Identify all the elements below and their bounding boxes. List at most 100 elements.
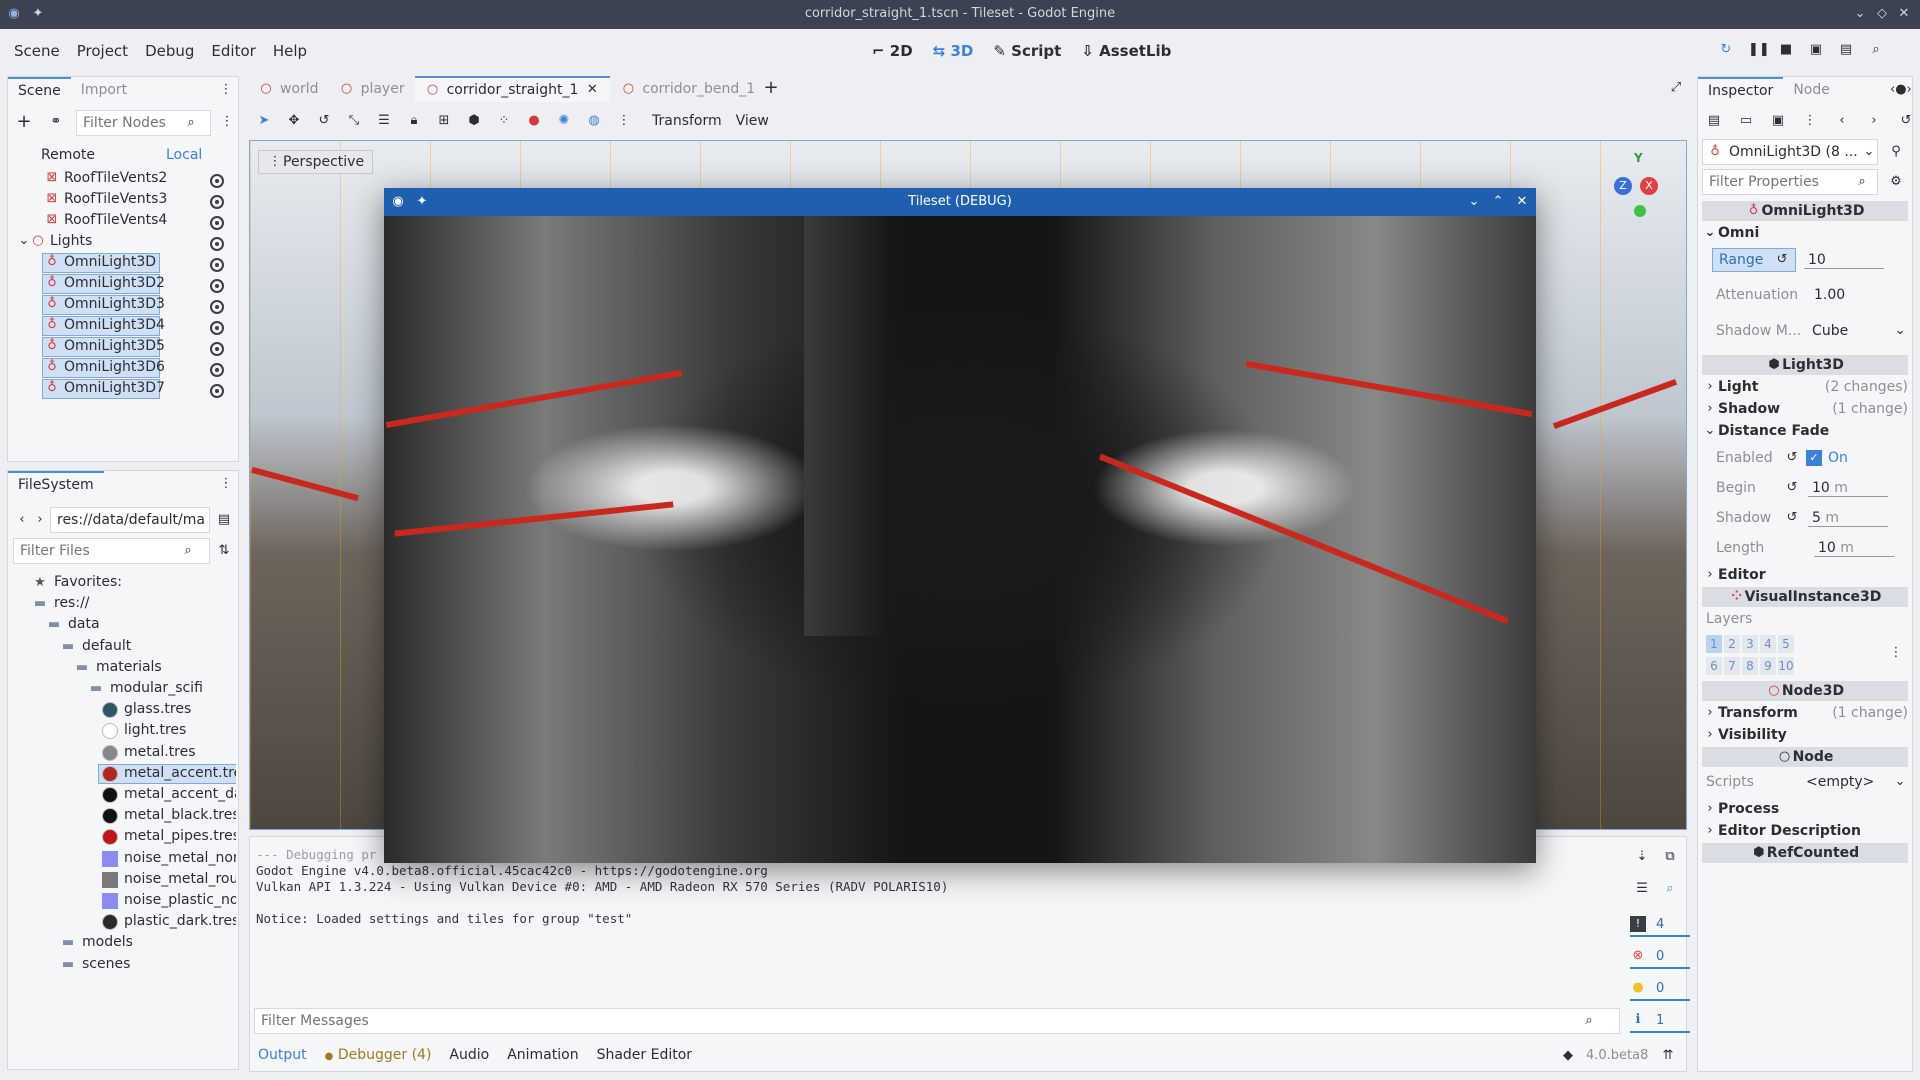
move-tool-icon[interactable]: ✥ <box>286 113 302 129</box>
tab-import[interactable]: Import <box>71 78 137 102</box>
layer-cell[interactable]: 3 <box>1742 635 1758 653</box>
section-refcounted[interactable]: ⬢ RefCounted <box>1702 843 1908 863</box>
revert-icon[interactable]: ↺ <box>1784 510 1800 526</box>
add-scene-tab-icon[interactable]: + <box>763 79 779 97</box>
select-tool-icon[interactable]: ➤ <box>256 113 272 129</box>
dock-arrows-icon[interactable]: ‹●› <box>1890 82 1912 98</box>
section-node3d[interactable]: ○ Node3D <box>1702 681 1908 701</box>
visibility-eye-icon[interactable] <box>210 342 224 356</box>
tab-node[interactable]: Node <box>1783 78 1840 102</box>
scene-tree-item[interactable]: ♁ OmniLight3D7 <box>8 378 236 404</box>
visibility-eye-icon[interactable] <box>210 300 224 314</box>
search-output-icon[interactable]: ⌕ <box>1662 881 1678 897</box>
view-gizmo[interactable]: Y Z X <box>1610 151 1670 221</box>
range-value[interactable]: 10 <box>1804 252 1884 269</box>
visibility-eye-icon[interactable] <box>210 258 224 272</box>
add-node-icon[interactable]: + <box>16 113 32 131</box>
menu-scene[interactable]: Scene <box>14 42 60 60</box>
maximize-icon[interactable]: ◇ <box>1874 6 1890 22</box>
reload-icon[interactable]: ↻ <box>1718 42 1734 58</box>
tab-shader-editor[interactable]: Shader Editor <box>597 1047 692 1063</box>
warning-filter-button[interactable]: ⊗ 0 <box>1630 945 1690 969</box>
message-filter[interactable]: ⌕ <box>254 1008 1620 1034</box>
view-menu[interactable]: View <box>736 113 769 129</box>
layer-cell[interactable]: 7 <box>1724 657 1740 675</box>
lock-icon[interactable]: 🔒︎ <box>406 113 422 129</box>
prop-attenuation[interactable]: Attenuation 1.00 <box>1702 281 1908 309</box>
play-scene-icon[interactable]: ▣ <box>1808 42 1824 58</box>
group-shadow[interactable]: › Shadow (1 change) <box>1702 399 1908 419</box>
shadow-fade-value[interactable]: 5 <box>1812 510 1821 526</box>
visibility-eye-icon[interactable] <box>210 384 224 398</box>
more-icon[interactable]: ⋮ <box>616 113 632 129</box>
gizmo-z[interactable]: Z <box>1614 177 1632 195</box>
layer-cell[interactable]: 8 <box>1742 657 1758 675</box>
revert-icon[interactable]: ↺ <box>1774 252 1790 268</box>
revert-icon[interactable]: ↺ <box>1784 450 1800 466</box>
prop-shadow-mode[interactable]: Shadow M... Cube ⌄ <box>1702 317 1908 345</box>
expand-panel-icon[interactable]: ⇈ <box>1660 1048 1676 1064</box>
dock-menu-icon[interactable]: ⋮ <box>218 476 234 492</box>
visibility-eye-icon[interactable] <box>210 279 224 293</box>
perspective-menu[interactable]: ⋮ Perspective <box>258 150 374 174</box>
stop-icon[interactable]: ■ <box>1778 42 1794 58</box>
visibility-eye-icon[interactable] <box>210 363 224 377</box>
section-visualinstance3d[interactable]: ⁘ VisualInstance3D <box>1702 587 1908 607</box>
prop-begin[interactable]: Begin ↺ 10 m <box>1702 475 1908 501</box>
layer-cell[interactable]: 9 <box>1760 657 1776 675</box>
visibility-eye-icon[interactable] <box>210 216 224 230</box>
visibility-eye-icon[interactable] <box>210 195 224 209</box>
distraction-free-icon[interactable]: ⤢ <box>1668 80 1684 96</box>
visibility-eye-icon[interactable] <box>210 321 224 335</box>
tab-filesystem[interactable]: FileSystem <box>8 471 104 497</box>
copy-output-icon[interactable]: ⧉ <box>1662 849 1678 865</box>
visibility-eye-icon[interactable] <box>210 174 224 188</box>
prop-length[interactable]: Length 10 m <box>1702 535 1908 561</box>
scripts-value[interactable]: <empty> <box>1806 774 1874 790</box>
tab-scene[interactable]: Scene <box>8 77 71 103</box>
forward-icon[interactable]: › <box>32 512 48 528</box>
file-tree-item[interactable]: ▬ scenes <box>8 954 236 980</box>
section-node[interactable]: ○ Node <box>1702 747 1908 767</box>
prop-range[interactable]: Range ↺ 10 <box>1702 246 1908 274</box>
group-editor[interactable]: › Editor <box>1702 565 1908 585</box>
group-icon[interactable]: ⊞ <box>436 113 452 129</box>
minimize-icon[interactable]: ⌄ <box>1466 194 1482 210</box>
gizmo-neg-y[interactable] <box>1634 205 1646 217</box>
layer-cell[interactable]: 10 <box>1778 657 1794 675</box>
history-forward-icon[interactable]: › <box>1866 113 1882 129</box>
more-icon[interactable]: ⋮ <box>1802 113 1818 129</box>
sun-preview-icon[interactable]: ✺ <box>556 113 572 129</box>
tab-output[interactable]: Output <box>258 1047 307 1063</box>
environment-preview-icon[interactable]: ◍ <box>586 113 602 129</box>
error-filter-button[interactable]: ! 4 <box>1630 913 1690 937</box>
scene-tab[interactable]: ○ player <box>329 76 415 102</box>
scene-tab[interactable]: ○ world <box>248 76 329 102</box>
layer-cell[interactable]: 1 <box>1706 635 1722 653</box>
group-omni[interactable]: ⌄ Omni <box>1702 223 1908 243</box>
property-settings-icon[interactable]: ⚙ <box>1888 174 1904 190</box>
minimize-icon[interactable]: ⌄ <box>1852 6 1868 22</box>
close-icon[interactable]: ✕ <box>1514 194 1530 210</box>
menu-help[interactable]: Help <box>273 42 307 60</box>
file-filter[interactable]: ⌕ <box>13 538 210 564</box>
dock-menu-icon[interactable]: ⋮ <box>218 82 234 98</box>
list-select-icon[interactable]: ☰ <box>376 113 392 129</box>
property-filter[interactable]: ⌕ <box>1702 169 1878 195</box>
collapse-icon[interactable]: ☰ <box>1634 881 1650 897</box>
info-filter-button[interactable]: ℹ1 <box>1630 1009 1690 1033</box>
group-editor-description[interactable]: › Editor Description <box>1702 821 1908 841</box>
camera-override-icon[interactable]: ● <box>526 113 542 129</box>
tab-audio[interactable]: Audio <box>449 1047 489 1063</box>
tab-inspector[interactable]: Inspector <box>1698 77 1784 103</box>
file-filter-input[interactable] <box>20 543 180 559</box>
attenuation-value[interactable]: 1.00 <box>1810 287 1845 303</box>
close-icon[interactable]: ✕ <box>1896 6 1912 22</box>
history-back-icon[interactable]: ‹ <box>1834 113 1850 129</box>
checkbox-checked-icon[interactable]: ✓ <box>1806 450 1822 466</box>
layer-cell[interactable]: 2 <box>1724 635 1740 653</box>
property-filter-input[interactable] <box>1709 174 1854 190</box>
workspace-script-button[interactable]: ✎ Script <box>993 42 1061 60</box>
notice-filter-button[interactable]: ● 0 <box>1630 977 1690 1001</box>
menu-editor[interactable]: Editor <box>211 42 255 60</box>
